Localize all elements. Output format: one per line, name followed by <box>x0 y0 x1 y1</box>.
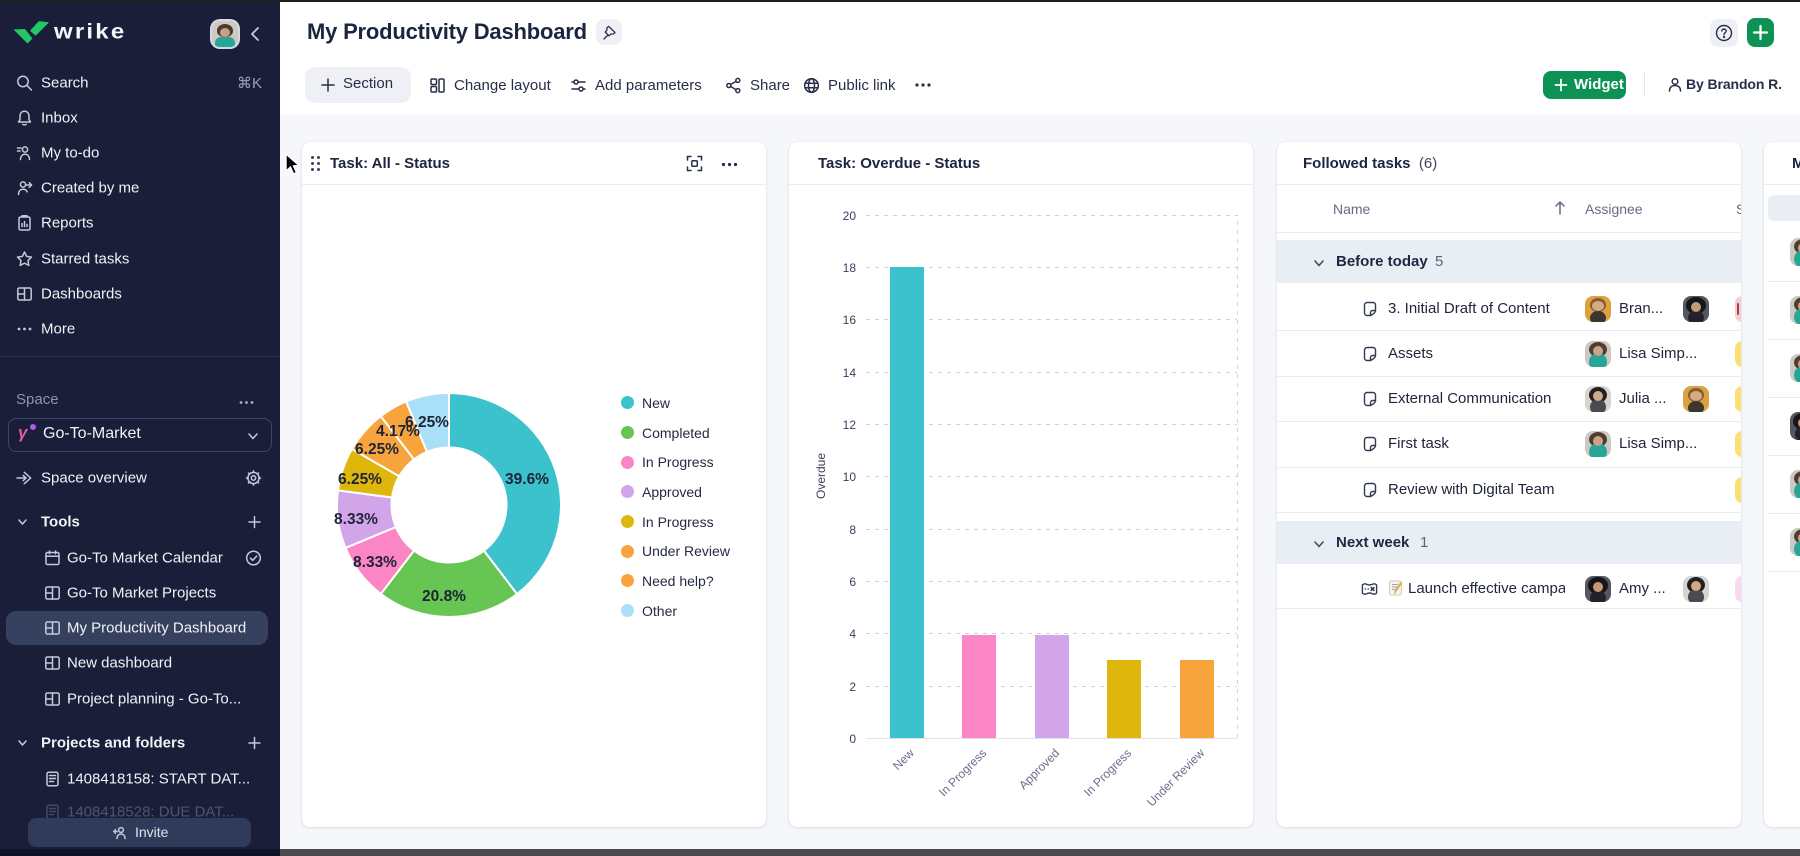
svg-text:6.25%: 6.25% <box>355 441 399 458</box>
svg-text:6.25%: 6.25% <box>338 471 382 488</box>
svg-text:8.33%: 8.33% <box>334 511 378 528</box>
svg-text:6.25%: 6.25% <box>405 414 449 431</box>
svg-text:39.6%: 39.6% <box>505 471 549 488</box>
svg-text:20.8%: 20.8% <box>422 588 466 605</box>
svg-text:8.33%: 8.33% <box>353 554 397 571</box>
